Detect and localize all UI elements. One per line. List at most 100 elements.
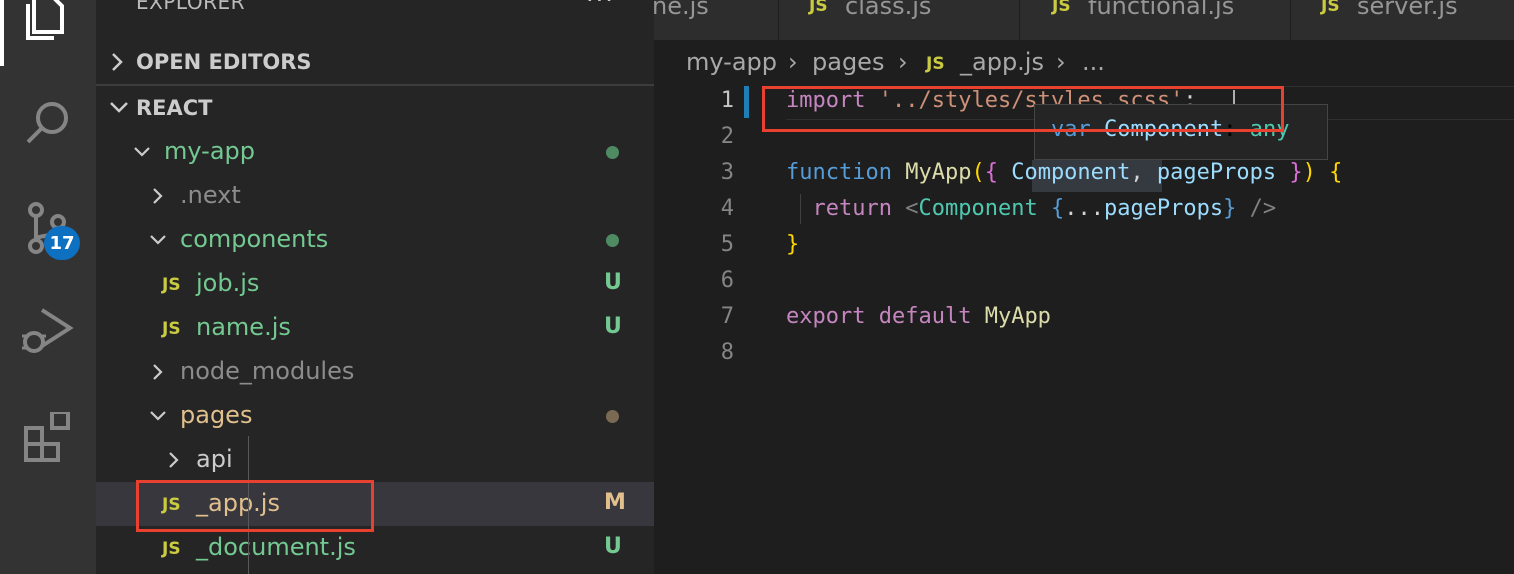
chevron-right-icon <box>153 364 163 380</box>
code-line-3[interactable]: function MyApp({ Component, pageProps })… <box>786 160 1342 185</box>
source-control-button[interactable] <box>0 180 96 276</box>
tab-label: ne.js <box>654 0 709 20</box>
js-file-icon: JS <box>162 539 181 559</box>
chevron-down-icon <box>110 102 128 113</box>
tree-folder[interactable]: my-app <box>96 130 654 174</box>
tree-file[interactable]: JS name.js U <box>96 306 654 350</box>
git-status-badge: M <box>604 490 626 515</box>
keyword-token: export <box>786 304 866 329</box>
bracket-token: } <box>1223 196 1237 221</box>
function-name-token: MyApp <box>905 160 972 185</box>
search-button[interactable] <box>0 76 96 172</box>
annotation-box-file <box>136 480 374 532</box>
files-icon <box>26 0 64 40</box>
git-status-badge: U <box>604 534 622 559</box>
activity-bar: 17 <box>0 0 96 574</box>
tree-file[interactable]: JS _document.js U <box>96 526 654 570</box>
extensions-icon <box>24 412 70 462</box>
chevron-right-icon <box>153 188 163 204</box>
variable-token: pageProps <box>1103 196 1224 221</box>
tree-item-label: components <box>180 225 329 253</box>
chevron-down-icon <box>134 147 150 157</box>
punctuation-token: , <box>1130 160 1144 185</box>
tree-item-label: _document.js <box>196 533 356 561</box>
bracket-token: { <box>1329 160 1343 185</box>
workspace-section[interactable]: REACT <box>96 88 654 132</box>
tree-file[interactable]: JS job.js U <box>96 262 654 306</box>
line-number: 1 <box>720 88 734 113</box>
keyword-token: return <box>812 196 892 221</box>
explorer-button[interactable] <box>0 0 96 62</box>
breadcrumb-item-symbols[interactable]: ... <box>1082 48 1105 76</box>
chevron-down-icon <box>150 411 166 421</box>
code-line-4[interactable]: return <Component {...pageProps} /> <box>786 196 1277 221</box>
tab-class-js[interactable]: JS class.js <box>779 0 1020 40</box>
component-tag-token: Component <box>918 196 1038 221</box>
explorer-title: EXPLORER <box>136 0 245 14</box>
run-debug-button[interactable] <box>0 284 96 380</box>
modified-line-marker <box>744 86 749 118</box>
line-number: 8 <box>720 340 734 365</box>
modified-dot-indicator <box>606 410 619 423</box>
tree-folder[interactable]: .next <box>96 174 654 218</box>
bracket-token: ) <box>1302 160 1316 185</box>
js-file-icon: JS <box>809 0 828 16</box>
modified-dot-indicator <box>606 146 619 159</box>
code-line-7[interactable]: export default MyApp <box>786 304 1051 329</box>
tree-item-label: job.js <box>196 269 260 297</box>
js-file-icon: JS <box>162 319 181 339</box>
keyword-token: function <box>786 160 892 185</box>
chevron-right-icon <box>169 452 179 468</box>
js-file-icon: JS <box>1052 0 1071 16</box>
modified-dot-indicator <box>606 234 619 247</box>
breadcrumb-item-file[interactable]: _app.js <box>960 48 1044 76</box>
bracket-token: ( <box>971 160 985 185</box>
punctuation-token: /> <box>1249 196 1277 221</box>
tree-item-label: .next <box>180 181 241 209</box>
extensions-button[interactable] <box>0 392 96 488</box>
line-number: 7 <box>720 304 734 329</box>
scm-badge: 17 <box>44 226 80 260</box>
line-number: 5 <box>720 232 734 257</box>
run-debug-icon <box>22 308 74 353</box>
js-file-icon: JS <box>162 275 181 295</box>
chevron-down-icon <box>150 235 166 245</box>
tab-label: functional.js <box>1088 0 1235 20</box>
tree-item-label: pages <box>180 401 253 429</box>
bracket-token: } <box>1289 160 1303 185</box>
tree-folder[interactable]: pages <box>96 394 654 438</box>
git-status-badge: U <box>604 270 622 295</box>
line-number: 3 <box>720 160 734 185</box>
breadcrumb-item-my-app[interactable]: my-app <box>686 48 777 76</box>
tree-folder[interactable]: components <box>96 218 654 262</box>
tab-ne-js[interactable]: ne.js <box>654 0 779 40</box>
tree-folder[interactable]: node_modules <box>96 350 654 394</box>
line-number: 4 <box>720 196 734 221</box>
bracket-token: } <box>786 232 800 257</box>
bracket-token: { <box>984 160 998 185</box>
more-actions-button[interactable]: ··· <box>586 0 615 14</box>
spread-token: ... <box>1064 196 1104 221</box>
tree-item-label: name.js <box>196 313 291 341</box>
tab-functional-js[interactable]: JS functional.js <box>1020 0 1291 40</box>
tree-item-label: node_modules <box>180 357 355 385</box>
search-icon <box>26 102 68 144</box>
function-name-token: MyApp <box>984 304 1051 329</box>
breadcrumb-separator: › <box>788 48 798 76</box>
tree-item-label: my-app <box>164 137 255 165</box>
keyword-token: default <box>878 304 972 329</box>
annotation-box-import <box>762 86 1284 132</box>
tab-server-js[interactable]: JS server.js <box>1291 0 1514 40</box>
breadcrumb-separator: › <box>898 48 908 76</box>
breadcrumb-item-pages[interactable]: pages <box>812 48 884 76</box>
tab-label: class.js <box>845 0 932 20</box>
tree-folder[interactable]: api <box>96 438 654 482</box>
section-divider <box>96 84 654 86</box>
line-number: 6 <box>720 268 734 293</box>
punctuation-token: < <box>905 196 919 221</box>
js-file-icon: JS <box>926 54 945 74</box>
parameter-token: pageProps <box>1156 160 1277 185</box>
code-line-5[interactable]: } <box>786 232 799 257</box>
git-status-badge: U <box>604 314 622 339</box>
open-editors-section[interactable]: OPEN EDITORS <box>96 42 654 86</box>
